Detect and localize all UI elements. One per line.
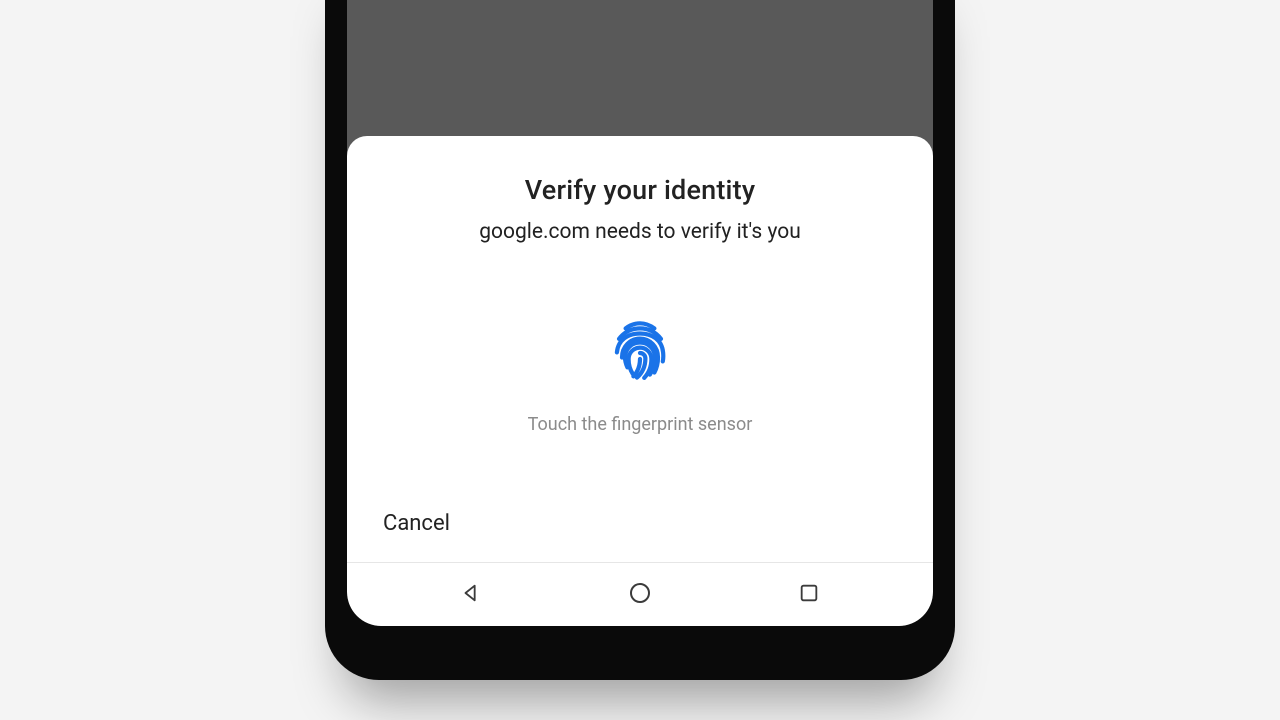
system-navbar — [347, 562, 933, 626]
biometric-dialog: Verify your identity google.com needs to… — [347, 136, 933, 562]
nav-recent-button[interactable] — [777, 575, 841, 615]
recent-square-icon — [798, 582, 820, 607]
back-triangle-icon — [460, 582, 482, 607]
dialog-hint: Touch the fingerprint sensor — [528, 414, 753, 435]
home-circle-icon — [628, 581, 652, 608]
dialog-title: Verify your identity — [525, 174, 756, 206]
phone-frame: Verify your identity google.com needs to… — [325, 0, 955, 680]
cancel-button[interactable]: Cancel — [383, 505, 450, 542]
fingerprint-icon — [604, 314, 676, 386]
dialog-subtitle: google.com needs to verify it's you — [479, 220, 801, 244]
nav-home-button[interactable] — [608, 575, 672, 615]
nav-back-button[interactable] — [439, 575, 503, 615]
dialog-actions: Cancel — [347, 491, 933, 562]
scrim — [347, 0, 933, 136]
phone-screen: Verify your identity google.com needs to… — [347, 0, 933, 626]
